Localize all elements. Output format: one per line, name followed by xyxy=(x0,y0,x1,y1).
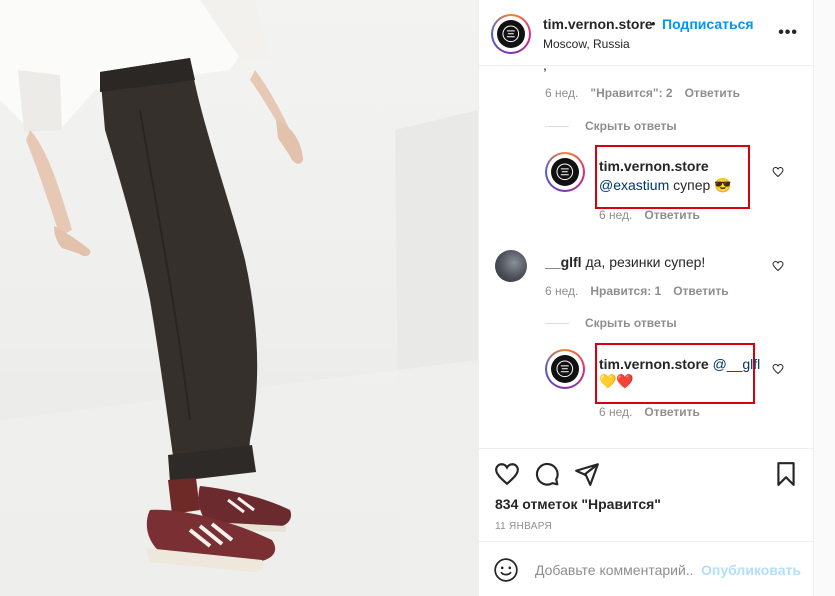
comment-icon[interactable] xyxy=(534,461,560,487)
comment-likes[interactable]: "Нравится": 2 xyxy=(590,86,672,100)
comment-input[interactable] xyxy=(535,559,695,581)
like-comment-heart-icon[interactable] xyxy=(772,363,784,375)
reply-text: @exastium супер 😎 xyxy=(599,176,732,194)
follow-button[interactable]: Подписаться xyxy=(662,16,754,32)
reply-meta: 6 нед. Ответить xyxy=(599,208,700,222)
comment-meta: 6 нед. "Нравится": 2 Ответить xyxy=(545,86,740,100)
reply-button[interactable]: Ответить xyxy=(685,86,740,100)
comment-age: 6 нед. xyxy=(545,284,579,298)
post-photo xyxy=(0,0,478,596)
reply-button[interactable]: Ответить xyxy=(673,284,728,298)
publish-button[interactable]: Опубликовать xyxy=(701,562,801,578)
more-options-icon[interactable]: ••• xyxy=(778,24,798,42)
comment-author[interactable]: __glfl xyxy=(545,254,582,270)
author-username[interactable]: tim.vernon.store xyxy=(543,16,653,32)
reply-avatar[interactable] xyxy=(545,152,585,192)
reply-author[interactable]: tim.vernon.store xyxy=(599,158,709,174)
store-logo-icon xyxy=(556,360,574,378)
mention-link[interactable]: @__glfl xyxy=(713,356,761,372)
separator-dot: • xyxy=(651,16,656,31)
emoji-icon[interactable] xyxy=(493,557,519,583)
hide-replies-button[interactable]: Скрыть ответы xyxy=(585,316,677,330)
post-location[interactable]: Moscow, Russia xyxy=(543,37,630,51)
sunglasses-emoji: 😎 xyxy=(714,177,732,193)
reply-button[interactable]: Ответить xyxy=(644,405,699,419)
comment-age: 6 нед. xyxy=(545,86,579,100)
reply-text: tim.vernon.store @__glfl xyxy=(599,355,760,373)
like-comment-heart-icon[interactable] xyxy=(772,166,784,178)
like-comment-heart-icon[interactable] xyxy=(772,260,784,272)
heart-icon[interactable] xyxy=(494,461,520,487)
comment-text: __glfl да, резинки супер! xyxy=(545,253,705,271)
reply-body: супер xyxy=(669,177,715,193)
comment-fragment: , xyxy=(543,66,547,74)
page-scroll-strip xyxy=(813,0,835,596)
divider-line xyxy=(545,126,569,127)
post-panel: tim.vernon.store • Подписаться Moscow, R… xyxy=(478,0,814,596)
share-icon[interactable] xyxy=(574,461,600,487)
reply-age: 6 нед. xyxy=(599,405,633,419)
post-header: tim.vernon.store • Подписаться Moscow, R… xyxy=(479,0,814,66)
comment-meta: 6 нед. Нравится: 1 Ответить xyxy=(545,284,729,298)
comment-likes[interactable]: Нравится: 1 xyxy=(590,284,661,298)
reply-age: 6 нед. xyxy=(599,208,633,222)
commenter-avatar[interactable] xyxy=(495,250,527,282)
mention-link[interactable]: @exastium xyxy=(599,177,669,193)
likes-count[interactable]: 834 отметок "Нравится" xyxy=(495,496,661,512)
reply-avatar[interactable] xyxy=(545,349,585,389)
store-logo-icon xyxy=(556,163,574,181)
comment-body: да, резинки супер! xyxy=(581,254,706,270)
comments-list: , 6 нед. "Нравится": 2 Ответить Скрыть отв… xyxy=(479,66,814,448)
post-actions: 834 отметок "Нравится" 11 ЯНВАРЯ xyxy=(479,448,814,548)
reply-meta: 6 нед. Ответить xyxy=(599,405,700,419)
add-comment-bar: Опубликовать xyxy=(479,541,814,596)
post-photo-illustration xyxy=(0,0,478,596)
reply-button[interactable]: Ответить xyxy=(644,208,699,222)
hearts-emoji: 💛❤️ xyxy=(599,373,634,389)
store-logo-icon xyxy=(502,25,520,43)
reply-username: tim.vernon.store xyxy=(599,157,709,175)
post-date[interactable]: 11 ЯНВАРЯ xyxy=(495,521,552,532)
hide-replies-button[interactable]: Скрыть ответы xyxy=(585,119,677,133)
author-avatar[interactable] xyxy=(491,14,531,54)
divider-line xyxy=(545,323,569,324)
reply-author[interactable]: tim.vernon.store xyxy=(599,356,709,372)
bookmark-icon[interactable] xyxy=(773,461,799,487)
